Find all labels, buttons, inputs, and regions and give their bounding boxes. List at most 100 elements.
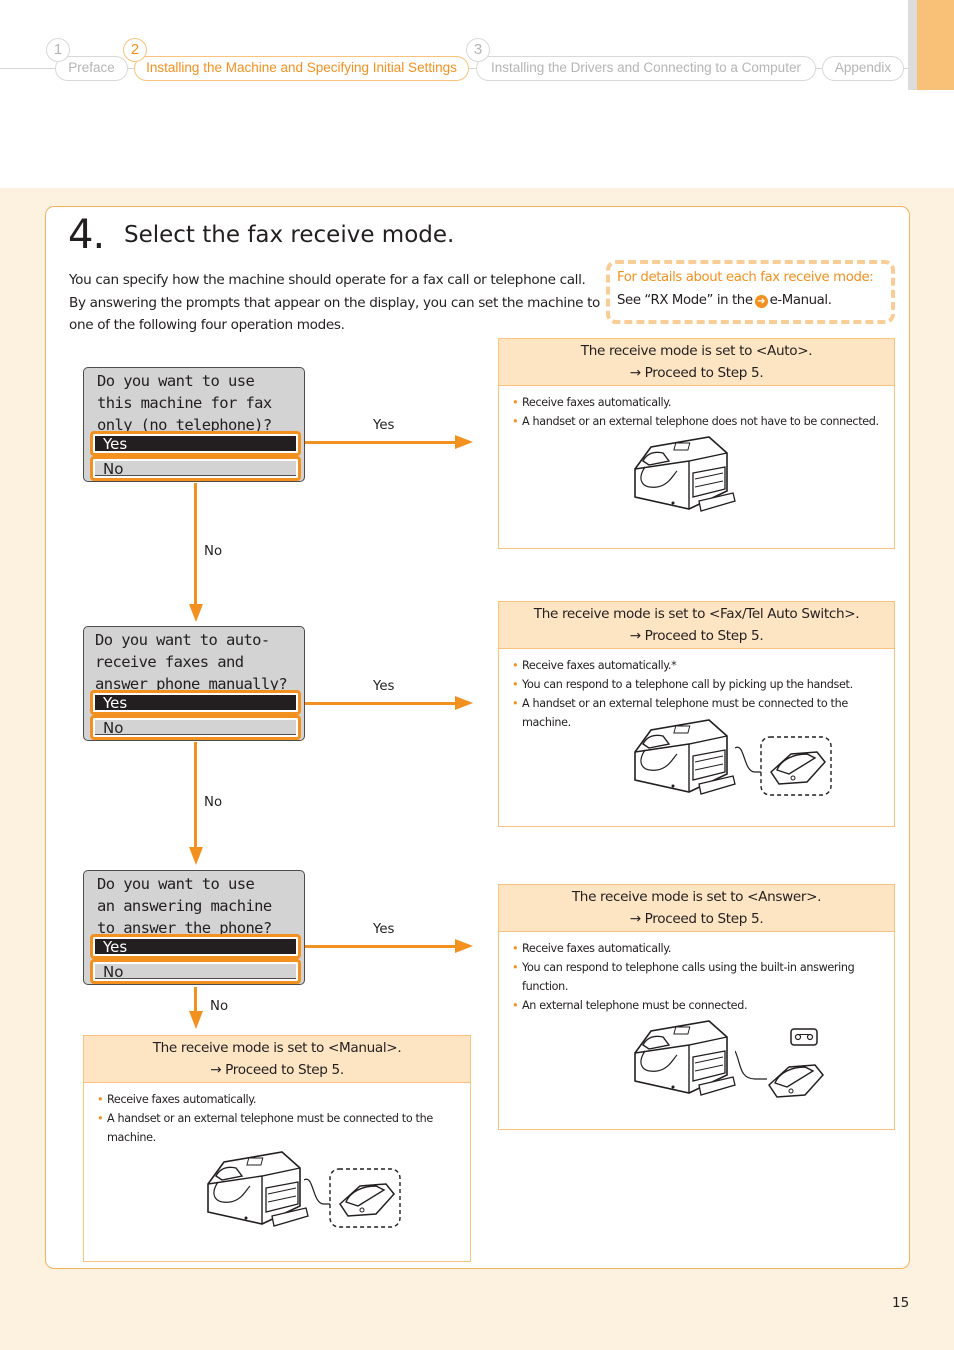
step-title: Select the fax receive mode. xyxy=(124,222,455,248)
bullet-icon: • xyxy=(97,1112,104,1125)
result-proceed: → Proceed to Step 5. xyxy=(210,1062,344,1078)
lcd-dialog-fax-only: Do you want to use this machine for fax … xyxy=(83,367,305,482)
option-no-label: No xyxy=(95,964,296,980)
lcd-dialog-answering-machine: Do you want to use an answering machine … xyxy=(83,870,305,985)
bullet-text: A handset or an external telephone must … xyxy=(107,1112,433,1144)
nav-number-2: 2 xyxy=(123,38,147,62)
answering-machine-icon xyxy=(735,1028,824,1098)
nav-tab-label: Appendix xyxy=(834,60,892,75)
fax-machine-icon xyxy=(634,1020,736,1096)
bullet-item: • A handset or an external telephone must… xyxy=(97,1109,462,1147)
option-no-label: No xyxy=(95,461,296,477)
bullet-item: • Receive faxes automatically. xyxy=(97,1090,462,1109)
bullet-text: An external telephone must be connected. xyxy=(522,999,748,1012)
details-text-before: See “RX Mode” in the xyxy=(617,293,753,308)
option-yes-label: Yes xyxy=(95,695,296,711)
option-no[interactable]: No xyxy=(90,715,301,740)
fax-machine-icon xyxy=(634,436,736,512)
bullet-text: You can respond to telephone calls using… xyxy=(522,961,855,993)
option-yes-label: Yes xyxy=(95,939,296,955)
bullet-text: Receive faxes automatically. xyxy=(107,1093,257,1106)
bullet-item: • An external telephone must be connected… xyxy=(512,996,886,1015)
nav-tab-installing-machine[interactable]: Installing the Machine and Specifying In… xyxy=(134,56,469,81)
fax-machine-icon xyxy=(207,1151,309,1227)
bullet-item: • You can respond to a telephone call by … xyxy=(512,675,886,694)
details-note-title: For details about each fax receive mode: xyxy=(617,270,874,285)
result-manual: The receive mode is set to <Manual>. → P… xyxy=(83,1035,471,1262)
nav-tab-installing-drivers[interactable]: Installing the Drivers and Connecting to… xyxy=(476,56,816,81)
bullet-icon: • xyxy=(512,697,519,710)
flow-line-yes xyxy=(305,945,457,948)
bullet-item: • You can respond to telephone calls usin… xyxy=(512,958,886,996)
details-note-text: See “RX Mode” in the ➜ e-Manual. xyxy=(617,293,832,308)
bullet-icon: • xyxy=(512,396,519,409)
flow-line-no xyxy=(194,483,197,606)
bullet-text: A handset or an external telephone does … xyxy=(522,415,879,428)
bullet-icon: • xyxy=(512,415,519,428)
flow-label-yes: Yes xyxy=(373,922,395,937)
step-intro: You can specify how the machine should o… xyxy=(69,272,601,333)
telephone-icon xyxy=(304,1168,401,1228)
result-proceed: → Proceed to Step 5. xyxy=(629,628,764,644)
flow-label-no: No xyxy=(204,544,223,559)
option-no[interactable]: No xyxy=(90,456,301,481)
flow-line-yes xyxy=(305,441,457,444)
nav-number-3: 3 xyxy=(466,38,490,62)
arrow-down-icon xyxy=(189,1011,203,1029)
bullet-icon: • xyxy=(97,1093,104,1106)
result-header: The receive mode is set to <Answer>. → P… xyxy=(499,885,894,932)
flow-label-no: No xyxy=(210,999,229,1014)
flow-line-yes xyxy=(305,702,457,705)
option-no-label: No xyxy=(95,720,296,736)
result-header: The receive mode is set to <Manual>. → P… xyxy=(84,1036,470,1083)
flow-line-no xyxy=(194,987,197,1011)
dialog-question: Do you want to auto- receive faxes and a… xyxy=(95,631,288,693)
nav-number-1: 1 xyxy=(46,38,70,62)
option-yes[interactable]: Yes xyxy=(90,690,301,715)
bullet-item: • Receive faxes automatically.* xyxy=(512,656,886,675)
bullet-icon: • xyxy=(512,942,519,955)
arrow-right-icon xyxy=(455,939,473,953)
side-chapter-tab[interactable] xyxy=(917,0,954,90)
page-number: 15 xyxy=(892,1295,910,1311)
option-yes[interactable]: Yes xyxy=(90,934,301,959)
flow-label-no: No xyxy=(204,795,223,810)
nav-tab-label: Installing the Drivers and Connecting to… xyxy=(491,60,801,75)
arrow-right-icon xyxy=(455,696,473,710)
arrow-down-icon xyxy=(189,847,203,865)
lcd-dialog-fax-tel: Do you want to auto- receive faxes and a… xyxy=(83,626,305,741)
result-proceed: → Proceed to Step 5. xyxy=(629,911,764,927)
bullet-item: • A handset or an external telephone does… xyxy=(512,412,886,431)
result-title: The receive mode is set to <Answer>. xyxy=(571,889,822,905)
bullet-text: Receive faxes automatically. xyxy=(522,942,672,955)
bullet-icon: • xyxy=(512,999,519,1012)
result-header: The receive mode is set to <Fax/Tel Auto… xyxy=(499,602,894,649)
telephone-icon xyxy=(735,736,832,796)
result-bullets: • Receive faxes automatically. • You can r… xyxy=(499,932,894,1015)
result-proceed: → Proceed to Step 5. xyxy=(629,365,764,381)
dialog-question: Do you want to use this machine for fax … xyxy=(97,372,272,434)
bullet-icon: • xyxy=(512,678,519,691)
bullet-text: You can respond to a telephone call by p… xyxy=(522,678,853,691)
result-bullets: • Receive faxes automatically. • A handset… xyxy=(84,1083,470,1147)
result-title: The receive mode is set to <Manual>. xyxy=(152,1040,402,1056)
bullet-text: Receive faxes automatically.* xyxy=(522,659,677,672)
nav-tab-preface[interactable]: Preface xyxy=(55,56,128,81)
bullet-text: Receive faxes automatically. xyxy=(522,396,672,409)
result-answer: The receive mode is set to <Answer>. → P… xyxy=(498,884,895,1130)
option-no[interactable]: No xyxy=(90,959,301,984)
arrow-circle-icon[interactable]: ➜ xyxy=(754,295,768,308)
nav-tab-label: Preface xyxy=(68,60,115,75)
emanual-link[interactable]: e-Manual. xyxy=(770,293,832,308)
dialog-question: Do you want to use an answering machine … xyxy=(97,875,272,937)
bullet-icon: • xyxy=(512,961,519,974)
nav-tab-appendix[interactable]: Appendix xyxy=(822,56,904,81)
bullet-icon: • xyxy=(512,659,519,672)
option-yes-label: Yes xyxy=(95,436,296,452)
option-yes[interactable]: Yes xyxy=(90,431,301,456)
flow-label-yes: Yes xyxy=(373,679,395,694)
flow-line-no xyxy=(194,742,197,849)
bullet-item: • Receive faxes automatically. xyxy=(512,939,886,958)
fax-machine-icon xyxy=(634,719,736,795)
result-title: The receive mode is set to <Fax/Tel Auto… xyxy=(533,606,860,622)
